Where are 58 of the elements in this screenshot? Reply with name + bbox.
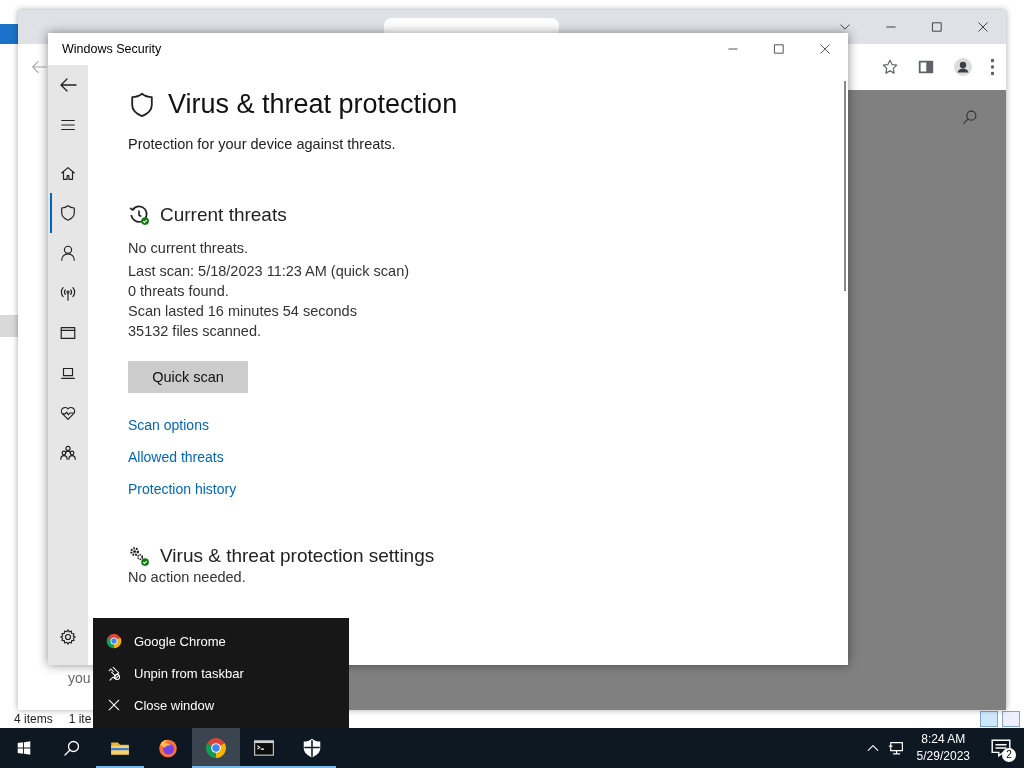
terminal-icon (253, 737, 275, 759)
status-text: 1 ite (68, 712, 92, 726)
status-text: No current threats. (128, 239, 250, 258)
search-icon (62, 738, 82, 758)
status-text: 4 items (14, 712, 53, 726)
wireless-icon (59, 284, 77, 302)
settings-icon (59, 628, 77, 646)
windows-logo-icon (15, 739, 33, 757)
status-text: Last scan: 5/18/2023 11:23 AM (quick scan) (128, 262, 411, 281)
list-row-highlight (0, 315, 18, 337)
heart-icon (59, 404, 77, 422)
side-panel-icon (917, 58, 935, 76)
section-heading: Current threats (160, 204, 287, 226)
close-icon (976, 20, 990, 34)
maximize-icon (772, 42, 786, 56)
section-heading: Virus & threat protection settings (160, 545, 435, 567)
person-icon (59, 244, 77, 262)
notifications-icon (990, 737, 1012, 759)
close-icon (818, 42, 832, 56)
firefox-icon (157, 737, 179, 759)
more-icon (991, 58, 994, 76)
shield-icon (128, 90, 156, 119)
status-text: Scan lasted 16 minutes 54 seconds (128, 302, 358, 321)
back-arrow-icon (30, 58, 48, 76)
gears-check-icon (128, 545, 150, 567)
status-text: No action needed. (128, 568, 247, 587)
maximize-icon (930, 20, 944, 34)
profile-icon (953, 57, 973, 77)
notifications-button[interactable]: 2 (978, 728, 1024, 768)
search-icon (961, 108, 979, 126)
page-description: Protection for your device against threats. (128, 136, 397, 152)
browser-window-icon (59, 324, 77, 342)
shield-icon (301, 737, 323, 759)
unpinned-pin-icon (106, 665, 122, 681)
close-icon (106, 697, 122, 713)
page-heading: Virus & threat protection (168, 89, 458, 120)
status-text: 0 threats found. (128, 282, 230, 301)
status-text: 35132 files scanned. (128, 322, 262, 341)
star-icon (881, 58, 899, 76)
notification-count-badge: 2 (1002, 748, 1016, 762)
quick-scan-button[interactable]: Quick scan (128, 361, 248, 393)
menu-item[interactable]: Google Chrome (93, 625, 349, 657)
body-text: you (68, 670, 91, 686)
scrollbar[interactable] (844, 81, 846, 291)
clock[interactable]: 8:24 AM 5/29/2023 (908, 731, 978, 765)
shield-icon (59, 204, 77, 222)
window-title: Windows Security (62, 42, 162, 56)
menu-item[interactable]: Unpin from taskbar (93, 657, 349, 689)
link[interactable]: Allowed threats (128, 447, 224, 467)
clock-check-icon (128, 204, 150, 226)
home-icon (59, 164, 77, 182)
network-icon (887, 739, 906, 757)
chrome-icon (106, 633, 122, 649)
link[interactable]: Scan options (128, 415, 209, 435)
chrome-icon (205, 737, 227, 759)
link[interactable]: Protection history (128, 479, 237, 499)
menu-item[interactable]: Close window (93, 689, 349, 721)
family-icon (59, 444, 77, 462)
